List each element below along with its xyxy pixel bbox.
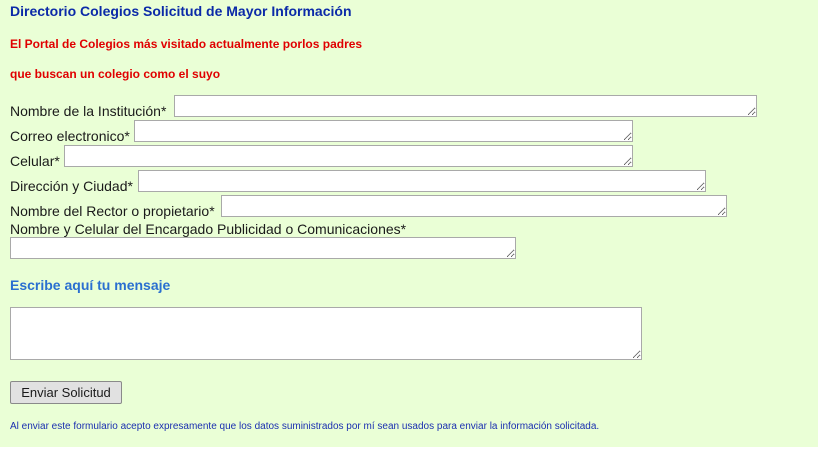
tagline-line-2: que buscan un colegio como el suyo: [10, 67, 221, 81]
rector-input[interactable]: [221, 195, 727, 217]
email-input[interactable]: [134, 120, 633, 142]
address-label: Dirección y Ciudad*: [10, 178, 133, 194]
cellphone-input[interactable]: [64, 145, 633, 167]
message-heading: Escribe aquí tu mensaje: [10, 277, 171, 293]
page-title: Directorio Colegios Solicitud de Mayor I…: [10, 3, 352, 19]
contact-label: Nombre y Celular del Encargado Publicida…: [10, 221, 407, 237]
institution-label: Nombre de la Institución*: [10, 103, 167, 119]
submit-button[interactable]: Enviar Solicitud: [10, 381, 122, 404]
address-input[interactable]: [138, 170, 706, 192]
contact-input[interactable]: [10, 237, 516, 259]
tagline-line-1: El Portal de Colegios más visitado actua…: [10, 37, 363, 51]
cellphone-label: Celular*: [10, 153, 60, 169]
disclaimer-text: Al enviar este formulario acepto expresa…: [10, 421, 600, 432]
form-panel: Directorio Colegios Solicitud de Mayor I…: [0, 0, 818, 447]
message-textarea[interactable]: [10, 307, 642, 360]
institution-input[interactable]: [174, 95, 757, 117]
rector-label: Nombre del Rector o propietario*: [10, 203, 215, 219]
email-label: Correo electronico*: [10, 128, 130, 144]
